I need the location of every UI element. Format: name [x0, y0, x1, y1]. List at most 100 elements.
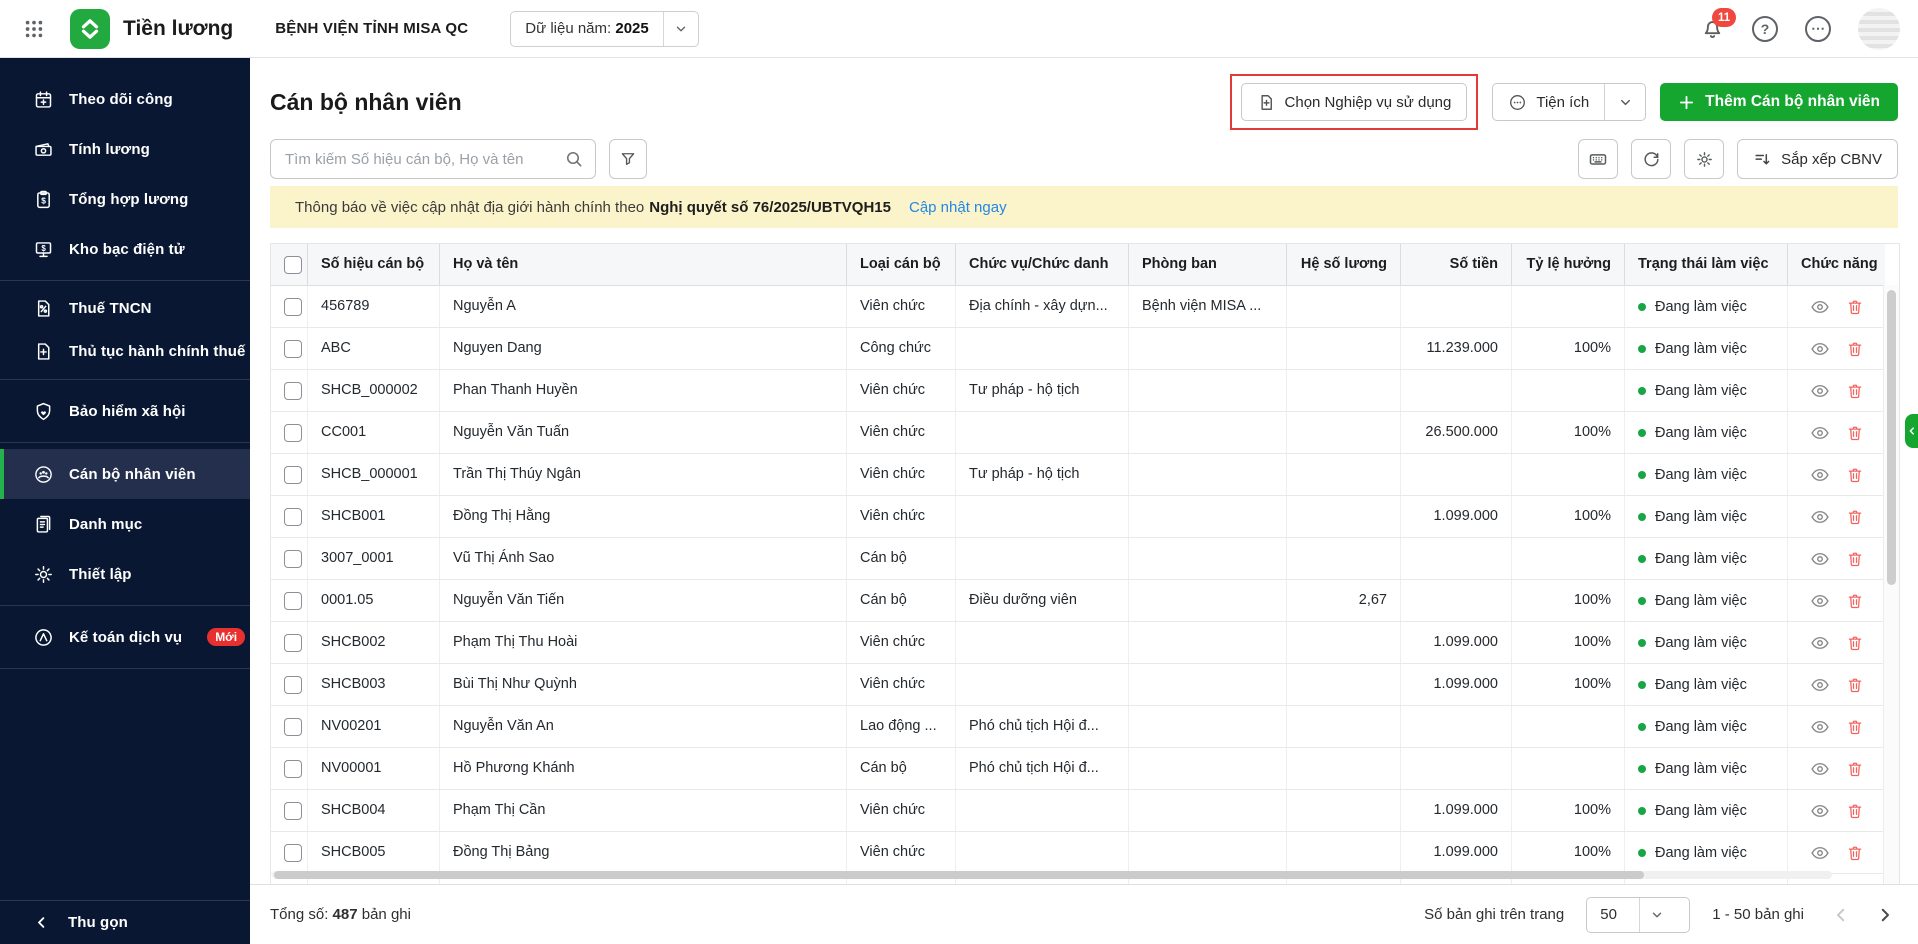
scrollbar-thumb[interactable] [274, 871, 1644, 879]
update-now-link[interactable]: Cập nhật ngay [909, 199, 1007, 216]
delete-icon[interactable] [1846, 298, 1864, 316]
row-checkbox[interactable] [284, 424, 302, 442]
chevron-down-icon[interactable] [664, 12, 698, 46]
delete-icon[interactable] [1846, 340, 1864, 358]
table-row[interactable]: SHCB001 Đồng Thị Hằng Viên chức 1.099.00… [271, 496, 1885, 538]
add-employee-button[interactable]: Thêm Cán bộ nhân viên [1660, 83, 1898, 121]
row-checkbox[interactable] [284, 382, 302, 400]
choose-service-button[interactable]: Chọn Nghiệp vụ sử dụng [1241, 83, 1468, 121]
collapse-panel-tab[interactable] [1905, 414, 1918, 448]
vertical-scrollbar[interactable] [1883, 285, 1899, 884]
column-header-type[interactable]: Loại cán bộ [846, 244, 955, 285]
view-icon[interactable] [1810, 759, 1830, 779]
table-row[interactable]: 3007_0001 Vũ Thị Ánh Sao Cán bộ Đang làm… [271, 538, 1885, 580]
search-input[interactable] [270, 139, 596, 179]
app-grid-icon[interactable] [20, 15, 48, 43]
column-header-coefficient[interactable]: Hệ số lương [1286, 244, 1400, 285]
row-checkbox[interactable] [284, 676, 302, 694]
column-header-rate[interactable]: Tỷ lệ hưởng [1511, 244, 1624, 285]
delete-icon[interactable] [1846, 466, 1864, 484]
column-header-department[interactable]: Phòng ban [1128, 244, 1286, 285]
row-checkbox[interactable] [284, 298, 302, 316]
help-button[interactable]: ? [1752, 16, 1778, 42]
table-row[interactable]: SHCB_000002 Phan Thanh Huyền Viên chức T… [271, 370, 1885, 412]
view-icon[interactable] [1810, 675, 1830, 695]
view-icon[interactable] [1810, 717, 1830, 737]
row-checkbox[interactable] [284, 592, 302, 610]
utilities-button[interactable]: Tiện ích [1493, 84, 1604, 120]
table-row[interactable]: CC001 Nguyễn Văn Tuấn Viên chức 26.500.0… [271, 412, 1885, 454]
sidebar-item-thu-tuc-hanh-chinh-thue[interactable]: Thủ tục hành chính thuế [0, 330, 250, 373]
table-settings-button[interactable] [1684, 139, 1724, 179]
delete-icon[interactable] [1846, 760, 1864, 778]
column-header-status[interactable]: Trạng thái làm việc [1624, 244, 1787, 285]
notifications-button[interactable]: 11 [1700, 16, 1725, 41]
horizontal-scrollbar[interactable] [272, 871, 1832, 879]
column-header-amount[interactable]: Số tiền [1400, 244, 1511, 285]
row-checkbox[interactable] [284, 508, 302, 526]
more-options-button[interactable]: ⋯ [1805, 16, 1831, 42]
delete-icon[interactable] [1846, 718, 1864, 736]
sidebar-item-danh-muc[interactable]: Danh mục [0, 499, 250, 549]
view-icon[interactable] [1810, 297, 1830, 317]
column-header-position[interactable]: Chức vụ/Chức danh [955, 244, 1128, 285]
row-checkbox[interactable] [284, 844, 302, 862]
table-row[interactable]: NV00001 Hồ Phương Khánh Cán bộ Phó chủ t… [271, 748, 1885, 790]
table-row[interactable]: 456789 Nguyễn A Viên chức Địa chính - xâ… [271, 286, 1885, 328]
sidebar-item-tong-hop-luong[interactable]: $ Tổng hợp lương [0, 174, 250, 224]
view-icon[interactable] [1810, 381, 1830, 401]
row-checkbox[interactable] [284, 760, 302, 778]
sidebar-item-kho-bac-dien-tu[interactable]: $ Kho bạc điện tử [0, 224, 250, 274]
delete-icon[interactable] [1846, 508, 1864, 526]
sidebar-item-thue-tncn[interactable]: Thuế TNCN [0, 287, 250, 330]
table-row[interactable]: SHCB003 Bùi Thị Như Quỳnh Viên chức 1.09… [271, 664, 1885, 706]
delete-icon[interactable] [1846, 802, 1864, 820]
filter-button[interactable] [609, 139, 647, 179]
view-icon[interactable] [1810, 549, 1830, 569]
previous-page-button[interactable] [1832, 906, 1850, 924]
row-checkbox[interactable] [284, 802, 302, 820]
view-icon[interactable] [1810, 465, 1830, 485]
sort-employees-button[interactable]: Sắp xếp CBNV [1737, 139, 1898, 179]
view-icon[interactable] [1810, 423, 1830, 443]
delete-icon[interactable] [1846, 844, 1864, 862]
row-checkbox[interactable] [284, 634, 302, 652]
view-icon[interactable] [1810, 801, 1830, 821]
per-page-select[interactable]: 50 [1586, 897, 1690, 933]
table-row[interactable]: SHCB002 Phạm Thị Thu Hoài Viên chức 1.09… [271, 622, 1885, 664]
column-header-code[interactable]: Số hiệu cán bộ [307, 244, 439, 285]
row-checkbox[interactable] [284, 718, 302, 736]
delete-icon[interactable] [1846, 634, 1864, 652]
sidebar-item-theo-doi-cong[interactable]: Theo dõi công [0, 74, 250, 124]
scrollbar-thumb[interactable] [1887, 290, 1896, 585]
sidebar-item-bao-hiem-xa-hoi[interactable]: Bảo hiểm xã hội [0, 386, 250, 436]
column-header-name[interactable]: Họ và tên [439, 244, 846, 285]
row-checkbox[interactable] [284, 340, 302, 358]
sidebar-item-can-bo-nhan-vien[interactable]: Cán bộ nhân viên [0, 449, 250, 499]
sidebar-item-tinh-luong[interactable]: Tính lương [0, 124, 250, 174]
delete-icon[interactable] [1846, 676, 1864, 694]
view-icon[interactable] [1810, 633, 1830, 653]
row-checkbox[interactable] [284, 466, 302, 484]
next-page-button[interactable] [1876, 906, 1894, 924]
table-row[interactable]: NV00201 Nguyễn Văn An Lao động ... Phó c… [271, 706, 1885, 748]
sidebar-item-thiet-lap[interactable]: Thiết lập [0, 549, 250, 599]
row-checkbox[interactable] [284, 550, 302, 568]
delete-icon[interactable] [1846, 592, 1864, 610]
delete-icon[interactable] [1846, 550, 1864, 568]
table-row[interactable]: 0001.05 Nguyễn Văn Tiến Cán bộ Điều dưỡn… [271, 580, 1885, 622]
view-icon[interactable] [1810, 507, 1830, 527]
sidebar-item-ke-toan-dich-vu[interactable]: Kế toán dịch vụ Mới [0, 612, 250, 662]
utilities-dropdown-button[interactable] [1605, 84, 1645, 120]
view-icon[interactable] [1810, 339, 1830, 359]
delete-icon[interactable] [1846, 424, 1864, 442]
table-row[interactable]: SHCB_000001 Trần Thị Thúy Ngân Viên chức… [271, 454, 1885, 496]
table-row[interactable]: SHCB004 Phạm Thị Cần Viên chức 1.099.000… [271, 790, 1885, 832]
table-row[interactable]: ABC Nguyen Dang Công chức 11.239.000 100… [271, 328, 1885, 370]
sidebar-collapse-button[interactable]: Thu gọn [0, 900, 250, 944]
delete-icon[interactable] [1846, 382, 1864, 400]
keyboard-shortcuts-button[interactable] [1578, 139, 1618, 179]
data-year-select[interactable]: Dữ liệu năm: 2025 [510, 11, 698, 47]
table-row[interactable]: SHCB005 Đồng Thị Bảng Viên chức 1.099.00… [271, 832, 1885, 874]
refresh-button[interactable] [1631, 139, 1671, 179]
